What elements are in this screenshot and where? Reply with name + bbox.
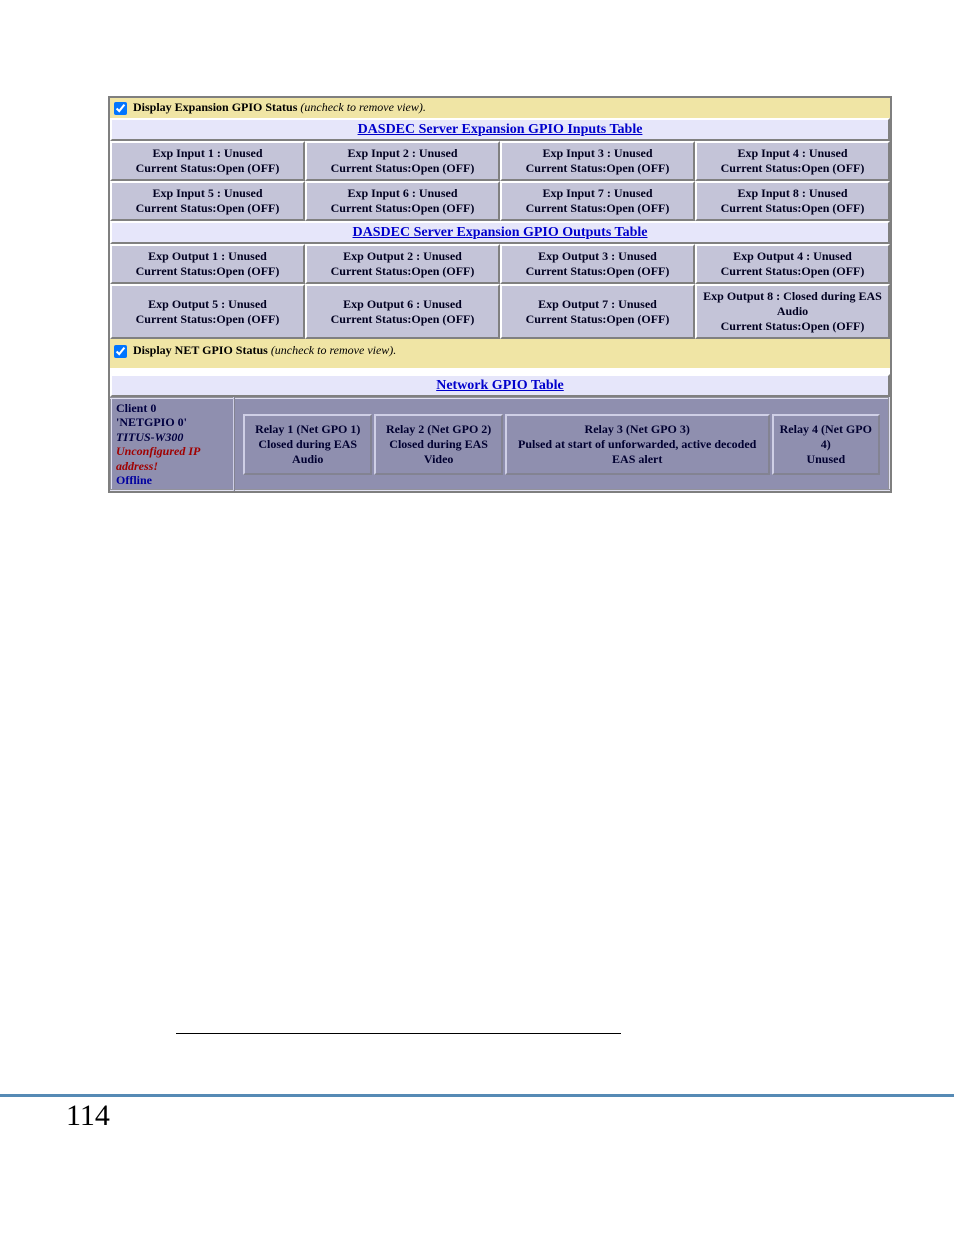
exp-input-status: Current Status:Open (OFF): [331, 201, 475, 215]
exp-output-status: Current Status:Open (OFF): [721, 319, 865, 333]
client-name: 'NETGPIO 0': [116, 415, 187, 429]
exp-input-title: Exp Input 5 : Unused: [152, 186, 262, 200]
exp-input-status: Current Status:Open (OFF): [136, 161, 280, 175]
exp-input-status: Current Status:Open (OFF): [526, 201, 670, 215]
exp-input-title: Exp Input 7 : Unused: [542, 186, 652, 200]
exp-output-cell: Exp Output 7 : UnusedCurrent Status:Open…: [500, 284, 695, 339]
relays-table: Relay 1 (Net GPO 1)Closed during EAS Aud…: [241, 412, 882, 477]
exp-input-cell: Exp Input 1 : UnusedCurrent Status:Open …: [110, 141, 305, 181]
exp-input-status: Current Status:Open (OFF): [721, 161, 865, 175]
exp-output-status: Current Status:Open (OFF): [331, 312, 475, 326]
net-gpio-checkbox[interactable]: [114, 345, 127, 358]
exp-outputs-header: DASDEC Server Expansion GPIO Outputs Tab…: [110, 221, 890, 244]
exp-input-status: Current Status:Open (OFF): [136, 201, 280, 215]
network-gpio-header: Network GPIO Table: [110, 374, 890, 397]
exp-output-title: Exp Output 5 : Unused: [148, 297, 267, 311]
network-client-cell: Client 0 'NETGPIO 0' TITUS-W300 Unconfig…: [111, 398, 234, 490]
relay-desc: Closed during EAS Video: [389, 437, 488, 466]
relay-desc: Unused: [806, 452, 845, 466]
exp-output-title: Exp Output 1 : Unused: [148, 249, 267, 263]
network-gpio-header-link[interactable]: Network GPIO Table: [436, 378, 564, 393]
exp-inputs-header-link[interactable]: DASDEC Server Expansion GPIO Inputs Tabl…: [358, 122, 643, 137]
net-gpio-checkbox-hint: (uncheck to remove view).: [271, 343, 397, 357]
exp-output-cell: Exp Output 4 : UnusedCurrent Status:Open…: [695, 244, 890, 284]
exp-inputs-header: DASDEC Server Expansion GPIO Inputs Tabl…: [110, 118, 890, 141]
exp-inputs-table: Exp Input 1 : UnusedCurrent Status:Open …: [110, 141, 890, 221]
relay-cell: Relay 3 (Net GPO 3)Pulsed at start of un…: [505, 414, 770, 475]
exp-output-status: Current Status:Open (OFF): [721, 264, 865, 278]
exp-input-title: Exp Input 3 : Unused: [542, 146, 652, 160]
exp-output-title: Exp Output 3 : Unused: [538, 249, 657, 263]
network-gpio-section: Network GPIO Table Client 0 'NETGPIO 0' …: [110, 368, 890, 491]
network-gpio-table: Client 0 'NETGPIO 0' TITUS-W300 Unconfig…: [110, 397, 890, 491]
footnote-rule: [176, 1033, 621, 1034]
gpio-status-panel: Display Expansion GPIO Status (uncheck t…: [108, 96, 892, 493]
exp-output-title: Exp Output 2 : Unused: [343, 249, 462, 263]
exp-output-status: Current Status:Open (OFF): [526, 264, 670, 278]
relay-title: Relay 1 (Net GPO 1): [255, 422, 360, 436]
exp-input-cell: Exp Input 7 : UnusedCurrent Status:Open …: [500, 181, 695, 221]
exp-output-title: Exp Output 4 : Unused: [733, 249, 852, 263]
exp-input-title: Exp Input 6 : Unused: [347, 186, 457, 200]
relay-cell: Relay 2 (Net GPO 2)Closed during EAS Vid…: [374, 414, 502, 475]
exp-input-cell: Exp Input 3 : UnusedCurrent Status:Open …: [500, 141, 695, 181]
exp-output-status: Current Status:Open (OFF): [526, 312, 670, 326]
relay-cell: Relay 1 (Net GPO 1)Closed during EAS Aud…: [243, 414, 372, 475]
exp-output-cell: Exp Output 5 : UnusedCurrent Status:Open…: [110, 284, 305, 339]
relay-title: Relay 3 (Net GPO 3): [585, 422, 690, 436]
exp-input-title: Exp Input 1 : Unused: [152, 146, 262, 160]
exp-gpio-checkbox[interactable]: [114, 102, 127, 115]
page-number: 114: [66, 1099, 110, 1132]
relay-desc: Closed during EAS Audio: [258, 437, 357, 466]
exp-input-status: Current Status:Open (OFF): [721, 201, 865, 215]
exp-output-status: Current Status:Open (OFF): [331, 264, 475, 278]
exp-output-title: Exp Output 7 : Unused: [538, 297, 657, 311]
exp-input-cell: Exp Input 6 : UnusedCurrent Status:Open …: [305, 181, 500, 221]
relay-desc: Pulsed at start of unforwarded, active d…: [518, 437, 756, 466]
exp-output-cell: Exp Output 1 : UnusedCurrent Status:Open…: [110, 244, 305, 284]
exp-output-cell: Exp Output 6 : UnusedCurrent Status:Open…: [305, 284, 500, 339]
exp-output-title: Exp Output 8 : Closed during EAS Audio: [703, 289, 882, 318]
exp-output-title: Exp Output 6 : Unused: [343, 297, 462, 311]
exp-output-status: Current Status:Open (OFF): [136, 312, 280, 326]
exp-input-title: Exp Input 2 : Unused: [347, 146, 457, 160]
exp-input-cell: Exp Input 8 : UnusedCurrent Status:Open …: [695, 181, 890, 221]
exp-output-status: Current Status:Open (OFF): [136, 264, 280, 278]
exp-gpio-checkbox-hint: (uncheck to remove view).: [300, 100, 426, 114]
relay-cell: Relay 4 (Net GPO 4)Unused: [772, 414, 880, 475]
relay-title: Relay 2 (Net GPO 2): [386, 422, 491, 436]
exp-gpio-checkbox-label: Display Expansion GPIO Status: [133, 100, 297, 114]
relay-title: Relay 4 (Net GPO 4): [780, 422, 872, 451]
exp-outputs-header-link[interactable]: DASDEC Server Expansion GPIO Outputs Tab…: [353, 225, 648, 240]
page-footer: 114: [0, 1094, 954, 1133]
exp-input-title: Exp Input 8 : Unused: [737, 186, 847, 200]
exp-outputs-table: Exp Output 1 : UnusedCurrent Status:Open…: [110, 244, 890, 339]
exp-output-cell: Exp Output 8 : Closed during EAS AudioCu…: [695, 284, 890, 339]
exp-input-cell: Exp Input 2 : UnusedCurrent Status:Open …: [305, 141, 500, 181]
exp-input-status: Current Status:Open (OFF): [331, 161, 475, 175]
exp-output-cell: Exp Output 3 : UnusedCurrent Status:Open…: [500, 244, 695, 284]
client-model: TITUS-W300: [116, 430, 183, 444]
net-gpio-checkbox-label: Display NET GPIO Status: [133, 343, 268, 357]
client-state: Offline: [116, 473, 152, 487]
exp-gpio-toggle-row: Display Expansion GPIO Status (uncheck t…: [110, 98, 890, 118]
exp-input-status: Current Status:Open (OFF): [526, 161, 670, 175]
exp-input-cell: Exp Input 4 : UnusedCurrent Status:Open …: [695, 141, 890, 181]
client-warning: Unconfigured IP address!: [116, 444, 200, 472]
exp-input-title: Exp Input 4 : Unused: [737, 146, 847, 160]
net-gpio-toggle-row: Display NET GPIO Status (uncheck to remo…: [110, 339, 890, 368]
exp-output-cell: Exp Output 2 : UnusedCurrent Status:Open…: [305, 244, 500, 284]
client-index: Client 0: [116, 401, 156, 415]
exp-input-cell: Exp Input 5 : UnusedCurrent Status:Open …: [110, 181, 305, 221]
